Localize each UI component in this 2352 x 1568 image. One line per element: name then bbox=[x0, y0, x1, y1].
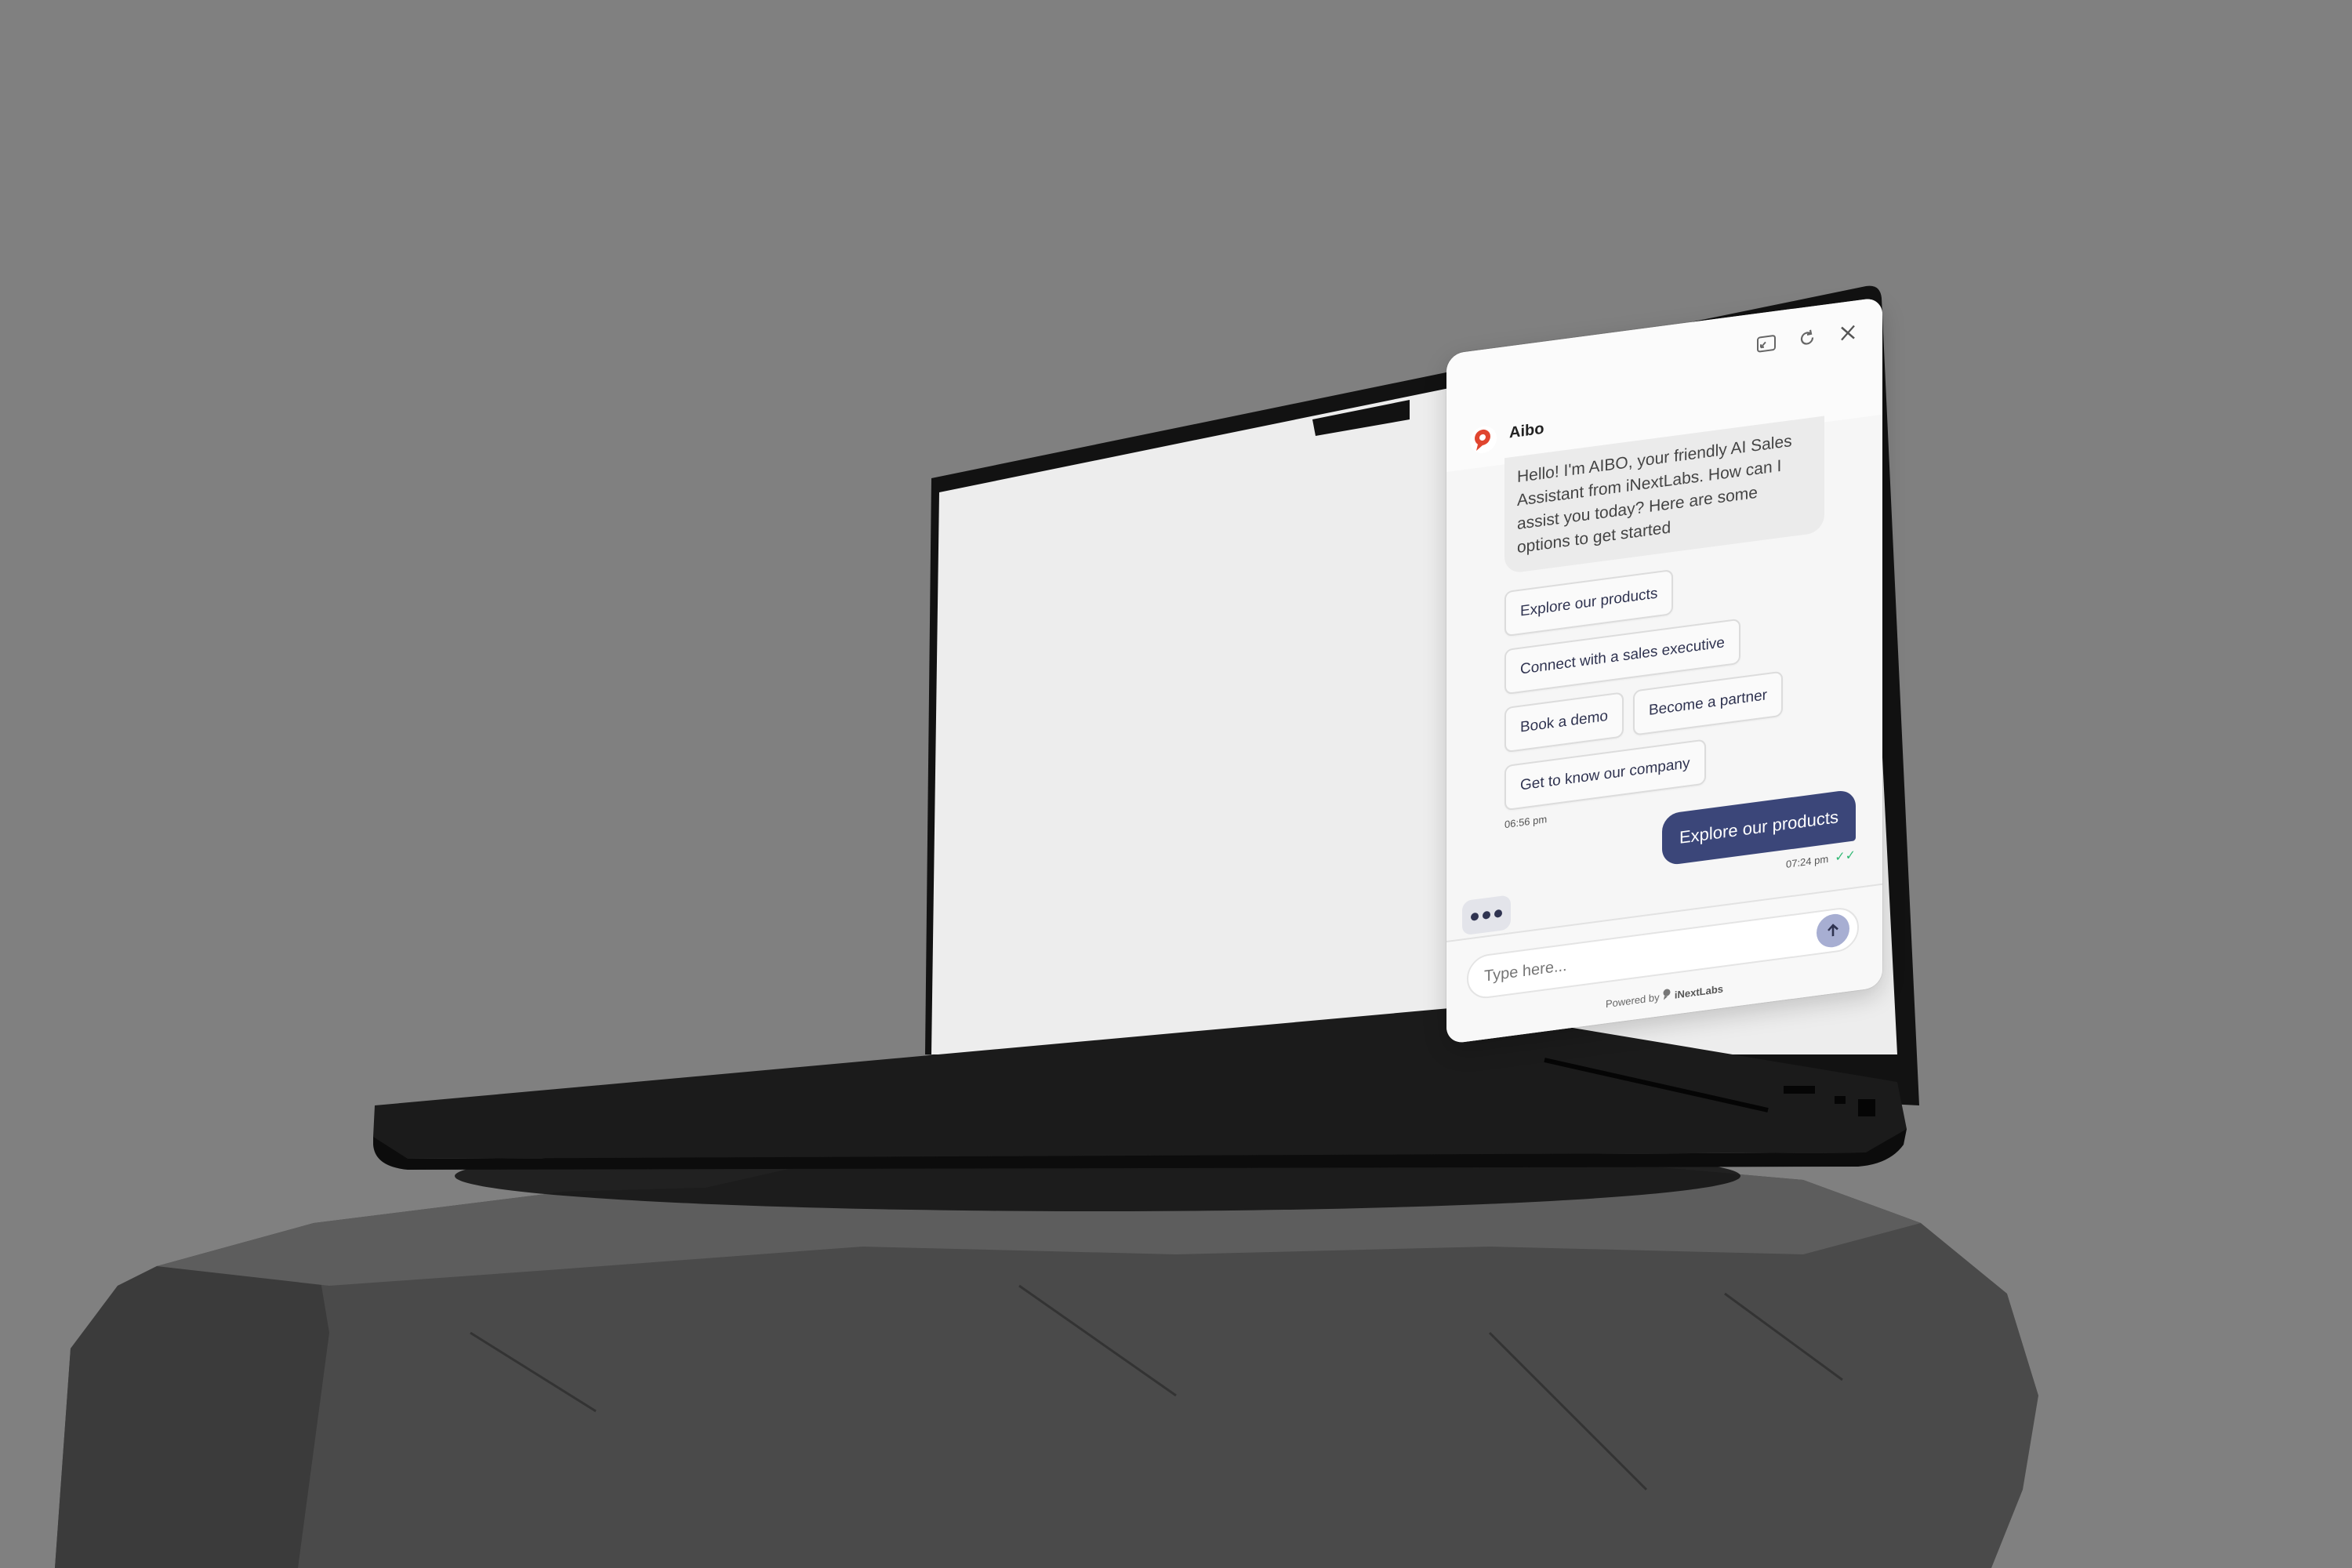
chat-messages: Hello! I'm AIBO, your friendly AI Sales … bbox=[1446, 408, 1882, 916]
close-icon[interactable] bbox=[1837, 321, 1859, 346]
expand-icon[interactable] bbox=[1755, 331, 1777, 356]
typing-dot-icon bbox=[1483, 910, 1490, 920]
option-book-demo[interactable]: Book a demo bbox=[1504, 691, 1624, 753]
typing-indicator bbox=[1462, 895, 1511, 936]
option-explore-products[interactable]: Explore our products bbox=[1504, 568, 1674, 637]
quick-reply-options: Explore our products Connect with a sale… bbox=[1504, 546, 1849, 811]
aibo-logo-icon bbox=[1470, 424, 1497, 456]
chat-widget: Aibo Hello! I'm AIBO, your friendly AI S… bbox=[1446, 296, 1882, 1044]
bot-name: Aibo bbox=[1509, 419, 1544, 442]
user-message-time: 07:24 pm bbox=[1785, 852, 1829, 870]
inextlabs-logo-icon bbox=[1663, 989, 1671, 1000]
message-input-box bbox=[1467, 905, 1859, 1001]
send-button[interactable] bbox=[1817, 912, 1849, 949]
header-controls bbox=[1755, 321, 1859, 356]
refresh-icon[interactable] bbox=[1796, 326, 1818, 351]
arrow-up-icon bbox=[1828, 924, 1838, 937]
brand-name[interactable]: iNextLabs bbox=[1675, 983, 1723, 1001]
scene: Aibo Hello! I'm AIBO, your friendly AI S… bbox=[0, 0, 2352, 1568]
read-check-icon: ✓✓ bbox=[1835, 848, 1856, 865]
laptop-illustration bbox=[55, 285, 2038, 1568]
typing-dot-icon bbox=[1471, 912, 1479, 921]
typing-dot-icon bbox=[1494, 909, 1502, 918]
option-become-partner[interactable]: Become a partner bbox=[1632, 670, 1783, 736]
powered-by-label: Powered by bbox=[1605, 991, 1660, 1011]
message-input[interactable] bbox=[1483, 927, 1784, 987]
